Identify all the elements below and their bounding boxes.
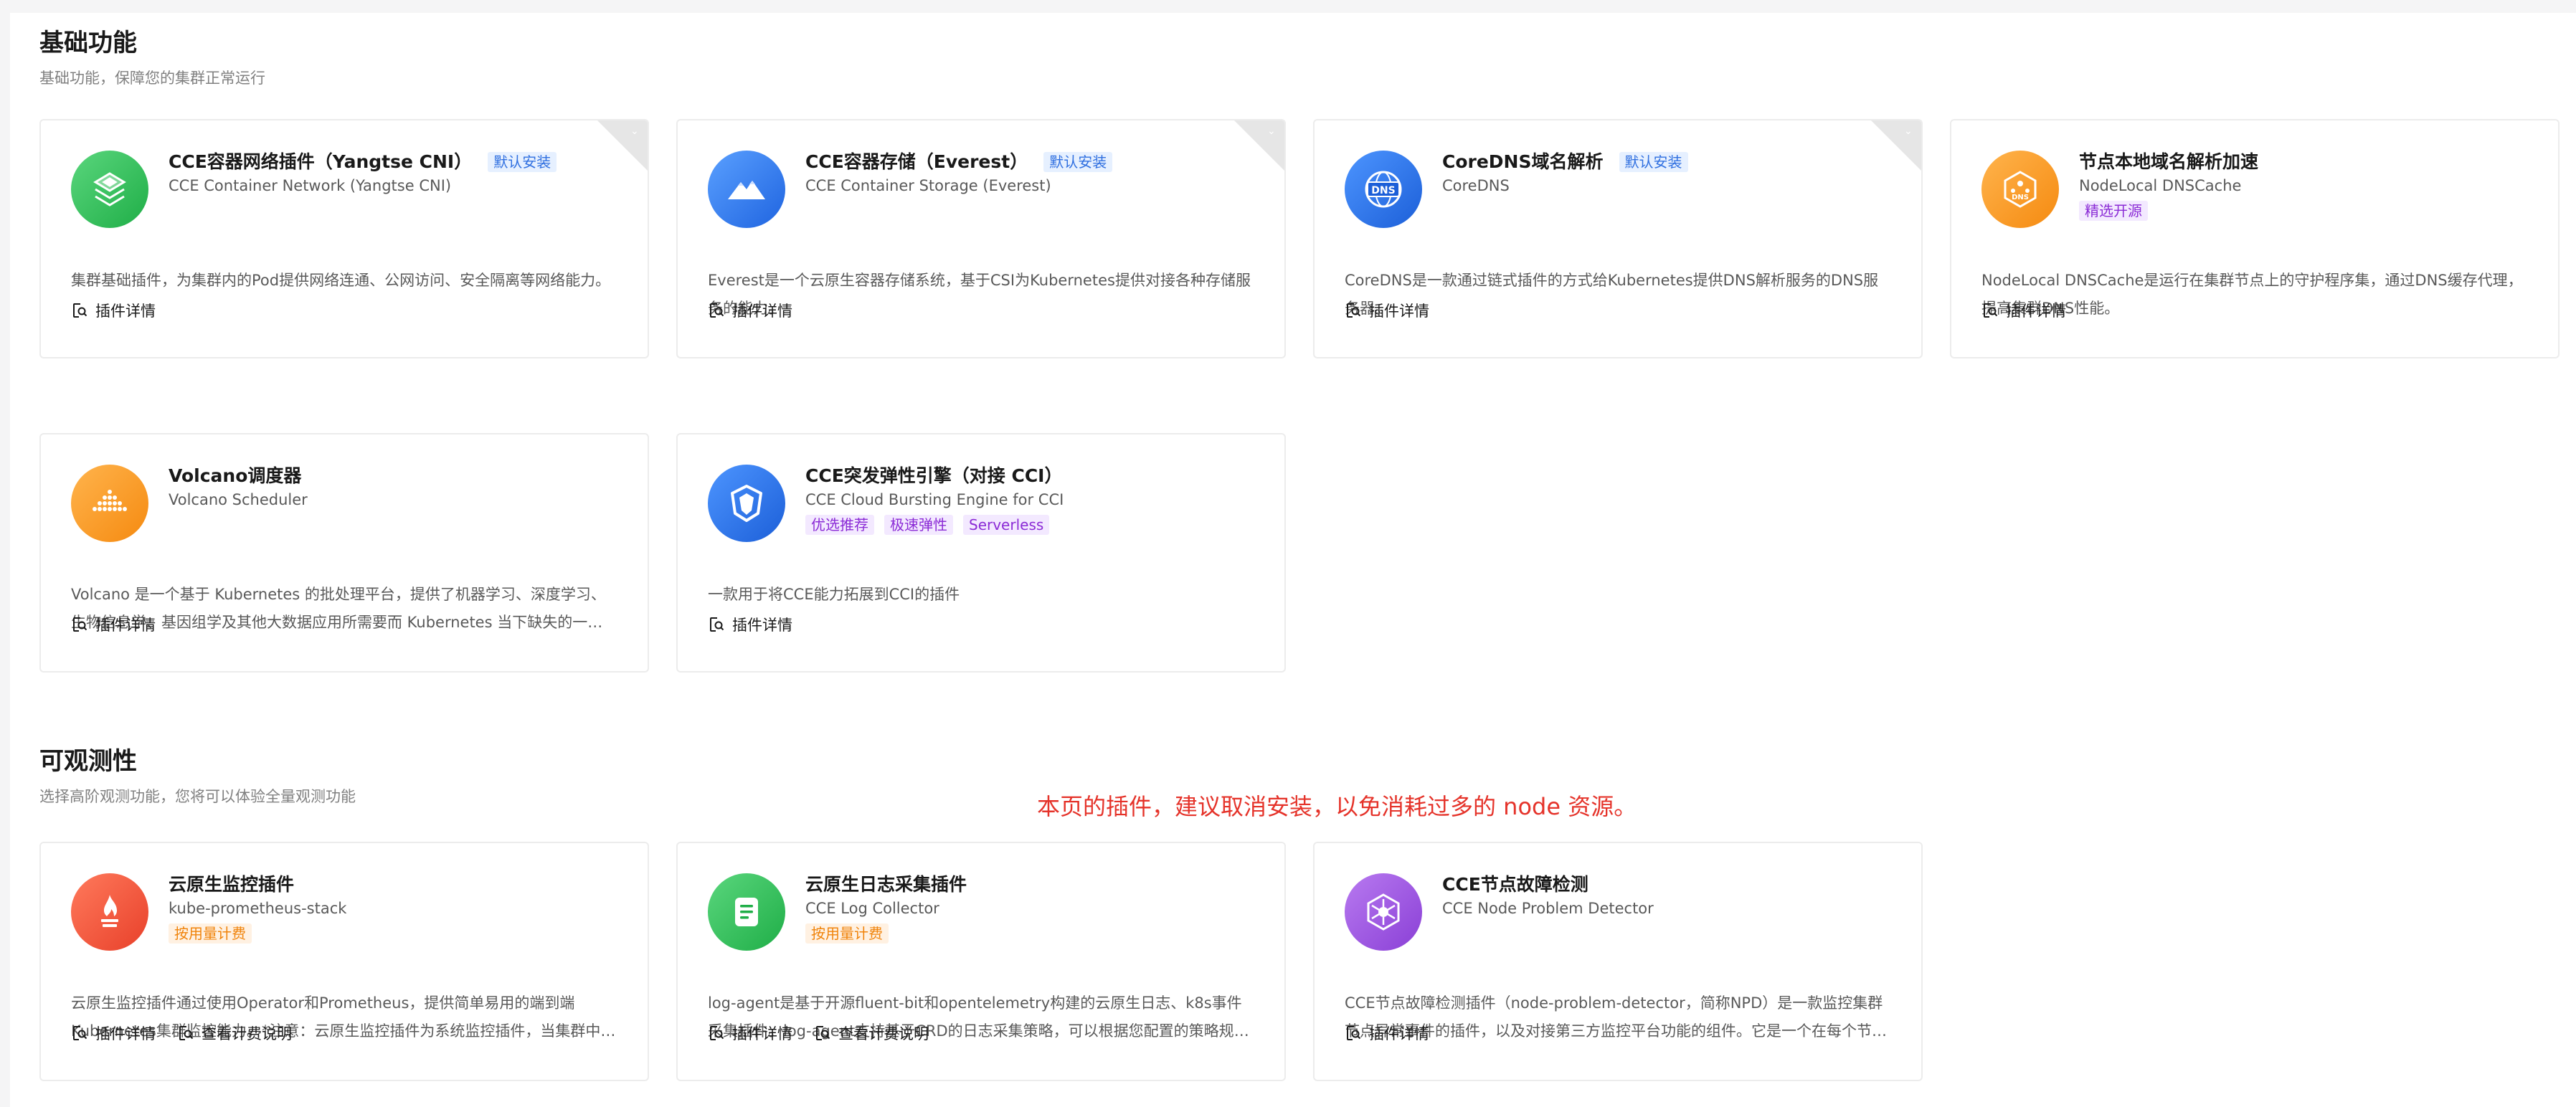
details-label: 插件详情 (732, 1025, 792, 1042)
addon-description: 一款用于将CCE能力拓展到CCI的插件 (708, 586, 960, 603)
addon-tag: 优选推荐 (805, 515, 874, 535)
svg-text:DNS: DNS (1371, 185, 1395, 196)
prometheus-flame-icon (71, 873, 148, 951)
details-search-icon (1347, 303, 1361, 318)
details-label: 插件详情 (95, 1025, 156, 1042)
billing-tag: 按用量计费 (169, 923, 252, 944)
details-label: 插件详情 (732, 303, 792, 320)
addon-details-link[interactable]: 插件详情 (71, 1022, 156, 1044)
addon-subtitle: CCE Cloud Bursting Engine for CCI (805, 491, 1064, 508)
details-label: 插件详情 (2006, 303, 2066, 320)
default-install-badge: 默认安装 (1619, 152, 1688, 172)
addon-description: 集群基础插件，为集群内的Pod提供网络连通、公网访问、安全隔离等网络能力。 (71, 272, 611, 289)
chevron-down-icon: ⌄ (1904, 125, 1913, 137)
billing-search-icon (816, 1026, 830, 1040)
addon-tag: 精选开源 (2079, 201, 2148, 221)
addon-card-yangtse-cni[interactable]: ⌄ CCE容器网络插件（Yangtse CNI） 默认安装 CCE Contai… (39, 119, 649, 358)
addon-name: CCE容器网络插件（Yangtse CNI） (169, 151, 473, 172)
shield-icon (708, 465, 785, 542)
details-label: 插件详情 (95, 303, 156, 320)
addon-name: CCE容器存储（Everest） (805, 151, 1028, 172)
dns-globe-icon: DNS (1345, 151, 1422, 228)
addon-tag: 极速弹性 (884, 515, 953, 535)
addon-name: 云原生监控插件 (169, 874, 295, 895)
addon-subtitle: CCE Node Problem Detector (1442, 900, 1654, 917)
addon-card-nodelocal-dnscache[interactable]: DNS 节点本地域名解析加速 NodeLocal DNSCache 精选开源 N… (1950, 119, 2560, 358)
billing-label: 查看计费说明 (202, 1025, 292, 1042)
details-search-icon (1984, 303, 1998, 318)
addon-details-link[interactable]: 插件详情 (1345, 1022, 1429, 1044)
svg-text:DNS: DNS (2012, 194, 2029, 201)
addon-subtitle: CCE Log Collector (805, 900, 939, 917)
default-install-badge: 默认安装 (1043, 152, 1113, 172)
addon-details-link[interactable]: 插件详情 (708, 300, 792, 321)
addon-name: 节点本地域名解析加速 (2079, 151, 2259, 172)
addon-subtitle: CCE Container Storage (Everest) (805, 177, 1051, 194)
addon-details-link[interactable]: 插件详情 (708, 614, 792, 635)
dns-hexagon-icon: DNS (1981, 151, 2059, 228)
addon-details-link[interactable]: 插件详情 (71, 300, 156, 321)
details-label: 插件详情 (1369, 303, 1429, 320)
details-search-icon (1347, 1026, 1361, 1040)
uninstall-notice: 本页的插件，建议取消安装，以免消耗过多的 node 资源。 (1037, 793, 1637, 820)
node-detector-icon (1345, 873, 1422, 951)
details-label: 插件详情 (732, 617, 792, 634)
addon-details-link[interactable]: 插件详情 (71, 614, 156, 635)
addon-card-volcano[interactable]: Volcano调度器 Volcano Scheduler Volcano 是一个… (39, 433, 649, 673)
section-desc: 选择高阶观测功能，您将可以体验全量观测功能 (39, 788, 356, 805)
details-search-icon (710, 303, 724, 318)
details-search-icon (710, 1026, 724, 1040)
addon-name: CCE节点故障检测 (1442, 874, 1588, 895)
addon-subtitle: Volcano Scheduler (169, 491, 308, 508)
addon-card-node-problem-detector[interactable]: CCE节点故障检测 CCE Node Problem Detector CCE节… (1313, 842, 1923, 1081)
billing-label: 查看计费说明 (838, 1025, 929, 1042)
addon-subtitle: kube-prometheus-stack (169, 900, 347, 917)
addon-name: CoreDNS域名解析 (1442, 151, 1604, 172)
details-search-icon (73, 1026, 87, 1040)
section-title: 可观测性 (39, 747, 137, 776)
volcano-icon (71, 465, 148, 542)
chevron-down-icon: ⌄ (1267, 125, 1276, 137)
addon-card-cloud-bursting[interactable]: CCE突发弹性引擎（对接 CCI） CCE Cloud Bursting Eng… (676, 433, 1286, 673)
addon-card-coredns[interactable]: ⌄ DNS CoreDNS域名解析 默认安装 CoreDNS CoreDNS是一… (1313, 119, 1923, 358)
details-label: 插件详情 (95, 617, 156, 634)
section-desc: 基础功能，保障您的集群正常运行 (39, 70, 265, 87)
addon-name: Volcano调度器 (169, 465, 302, 486)
details-search-icon (710, 617, 724, 632)
billing-search-icon (179, 1026, 194, 1040)
log-document-icon (708, 873, 785, 951)
billing-info-link[interactable]: 查看计费说明 (814, 1022, 929, 1044)
section-observability: 可观测性 选择高阶观测功能，您将可以体验全量观测功能 (39, 746, 356, 807)
addon-marketplace-page: 基础功能 基础功能，保障您的集群正常运行 ⌄ CCE容器网络插件（Yangtse… (10, 13, 2576, 1107)
addon-subtitle: CCE Container Network (Yangtse CNI) (169, 177, 452, 194)
section-title: 基础功能 (39, 29, 137, 57)
billing-tag: 按用量计费 (805, 923, 889, 944)
addon-card-everest[interactable]: ⌄ CCE容器存储（Everest） 默认安装 CCE Container St… (676, 119, 1286, 358)
network-plugin-icon (71, 151, 148, 228)
billing-info-link[interactable]: 查看计费说明 (177, 1022, 292, 1044)
addon-details-link[interactable]: 插件详情 (1345, 300, 1429, 321)
addon-tag: Serverless (963, 515, 1050, 535)
addon-details-link[interactable]: 插件详情 (708, 1022, 792, 1044)
addon-subtitle: NodeLocal DNSCache (2079, 177, 2242, 194)
details-search-icon (73, 303, 87, 318)
addon-card-log-collector[interactable]: 云原生日志采集插件 CCE Log Collector 按用量计费 log-ag… (676, 842, 1286, 1081)
chevron-down-icon: ⌄ (630, 125, 639, 137)
details-search-icon (73, 617, 87, 632)
addon-card-prometheus[interactable]: 云原生监控插件 kube-prometheus-stack 按用量计费 云原生监… (39, 842, 649, 1081)
addon-name: 云原生日志采集插件 (805, 874, 967, 895)
section-basic: 基础功能 基础功能，保障您的集群正常运行 (39, 27, 265, 89)
default-install-badge: 默认安装 (488, 152, 557, 172)
addon-details-link[interactable]: 插件详情 (1981, 300, 2066, 321)
details-label: 插件详情 (1369, 1025, 1429, 1042)
addon-name: CCE突发弹性引擎（对接 CCI） (805, 465, 1063, 486)
addon-subtitle: CoreDNS (1442, 177, 1510, 194)
mountain-icon (708, 151, 785, 228)
